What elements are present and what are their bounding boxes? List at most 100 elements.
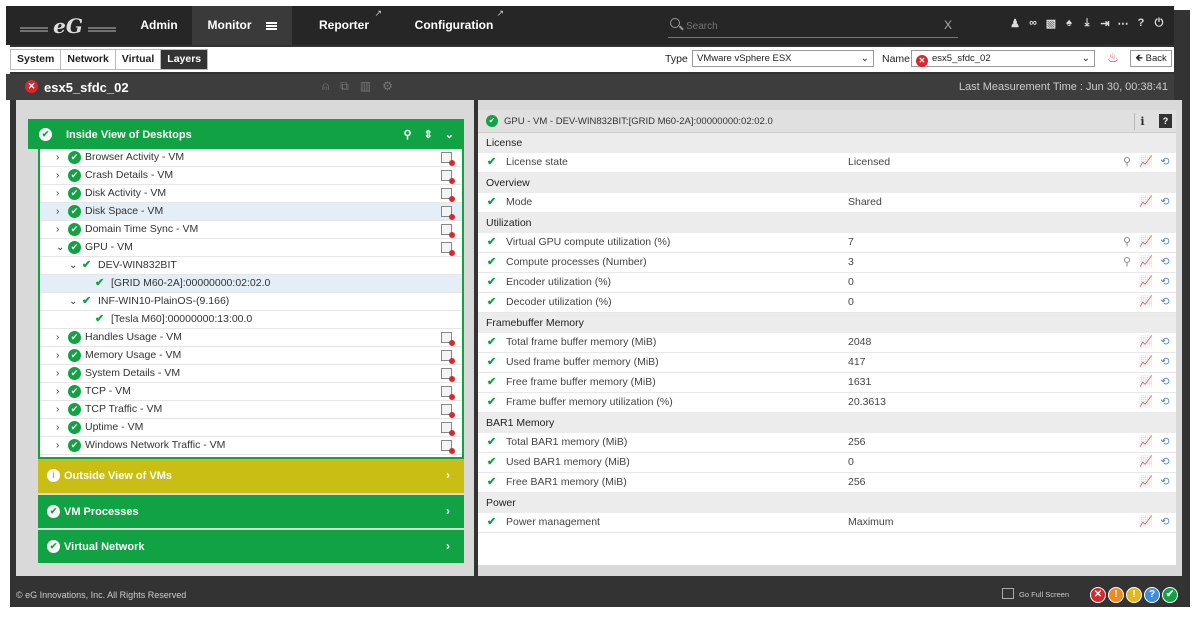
help-button[interactable]: ? [1159,114,1172,128]
report-icon[interactable] [441,386,455,400]
nav-configuration[interactable]: Configuration ↗ [404,6,504,45]
chevron-right-icon[interactable]: › [56,383,59,400]
tree-item[interactable]: › ✔ Disk Activity - VM [40,185,462,203]
outside-view-header[interactable]: i Outside View of VMs › [38,459,464,493]
history-icon[interactable]: ⟲ [1158,513,1172,532]
tree-item[interactable]: ⌄ ✔ INF-WIN10-PlainOS-(9.166) [40,293,462,311]
back-button[interactable]: 🡸 Back [1130,50,1172,67]
tree-item[interactable]: › ✔ Memory Usage - VM [40,347,462,365]
gear-icon[interactable]: ⚙ [382,79,393,94]
more-icon[interactable]: ⋯ [1114,17,1132,30]
chevron-right-icon[interactable]: › [56,347,59,364]
chart-icon[interactable]: ▥ [360,79,371,94]
report-icon[interactable] [441,368,455,382]
tree-item[interactable]: ✔ [Tesla M60]:00000000:13:00.0 [40,311,462,329]
tree-item[interactable]: › ✔ Uptime - VM [40,419,462,437]
trend-graph-icon[interactable]: 📈 [1139,293,1153,312]
trend-graph-icon[interactable]: 📈 [1139,193,1153,212]
tree-item[interactable]: › ✔ Crash Details - VM [40,167,462,185]
chevron-down-icon[interactable]: ⌄ [445,128,454,141]
search-icon[interactable]: ⚲ [1120,233,1134,252]
hamburger-icon[interactable] [265,21,277,30]
report-icon[interactable] [441,404,455,418]
tab-system[interactable]: System [11,50,62,69]
tree-item[interactable]: › ✔ TCP - VM [40,383,462,401]
alarm-icon[interactable]: ♨ [1104,50,1122,67]
link-icon[interactable]: ∞ [1024,17,1042,30]
tree-item[interactable]: › ✔ System Details - VM [40,365,462,383]
tab-virtual[interactable]: Virtual [115,50,162,69]
history-icon[interactable]: ⟲ [1158,433,1172,452]
history-icon[interactable]: ⟲ [1158,473,1172,492]
chevron-right-icon[interactable]: › [56,167,59,184]
help-icon[interactable]: ? [1132,17,1150,30]
power-icon[interactable]: ⏻ [1150,17,1168,30]
report-icon[interactable] [441,350,455,364]
report-icon[interactable] [441,188,455,202]
history-icon[interactable]: ⟲ [1158,253,1172,272]
type-select[interactable]: VMware vSphere ESX ⌄ [692,50,874,67]
copy-icon[interactable]: ⧉ [340,79,349,94]
chevron-down-icon[interactable]: ⌄ [69,293,77,310]
fullscreen-icon[interactable] [1002,588,1014,599]
tree-item[interactable]: ✔ [GRID M60-2A]:00000000:02:02.0 [40,275,462,293]
chevron-right-icon[interactable]: › [56,419,59,436]
report-icon[interactable] [441,206,455,220]
chevron-right-icon[interactable]: › [56,365,59,382]
chevron-right-icon[interactable]: › [56,203,59,220]
chevron-right-icon[interactable]: › [56,401,59,418]
trend-graph-icon[interactable]: 📈 [1139,233,1153,252]
nav-reporter[interactable]: Reporter ↗ [306,6,382,45]
map-icon[interactable]: ▧ [1042,17,1060,30]
report-icon[interactable] [441,242,455,256]
name-select[interactable]: ✕ esx5_sfdc_02 ⌄ [911,50,1095,67]
search-icon[interactable]: ⚲ [1120,253,1134,272]
tree-item[interactable]: › ✔ Handles Usage - VM [40,329,462,347]
history-icon[interactable]: ⟲ [1158,353,1172,372]
trend-graph-icon[interactable]: 📈 [1139,373,1153,392]
trend-graph-icon[interactable]: 📈 [1139,473,1153,492]
user-icon[interactable]: ♟ [1006,17,1024,30]
info-button[interactable]: i [1134,113,1150,130]
history-icon[interactable]: ⟲ [1158,393,1172,412]
eg-logo[interactable]: eG [18,12,118,40]
chevron-right-icon[interactable]: › [56,149,59,166]
trend-graph-icon[interactable]: 📈 [1139,393,1153,412]
chevron-right-icon[interactable]: › [56,221,59,238]
major-alarm-icon[interactable]: ! [1108,587,1124,603]
tab-layers[interactable]: Layers [161,50,208,69]
report-icon[interactable] [441,422,455,436]
trend-graph-icon[interactable]: 📈 [1139,433,1153,452]
chevron-down-icon[interactable]: ⌄ [69,257,77,274]
chevron-right-icon[interactable]: › [56,329,59,346]
report-icon[interactable] [441,224,455,238]
tree-item[interactable]: › ✔ Windows Network Traffic - VM [40,437,462,455]
chevron-right-icon[interactable]: › [56,185,59,202]
report-icon[interactable] [441,440,455,454]
trend-graph-icon[interactable]: 📈 [1139,513,1153,532]
download-icon[interactable]: ⤓ [1078,17,1096,30]
tree-item[interactable]: › ✔ Disk Space - VM [40,203,462,221]
history-icon[interactable]: ⟲ [1158,153,1172,172]
bell-icon[interactable]: ♠ [1060,17,1078,30]
tree-item[interactable]: ⌄ ✔ DEV-WIN832BIT [40,257,462,275]
expand-collapse-icon[interactable]: ⇕ [424,128,433,141]
tree-item[interactable]: › ✔ Domain Time Sync - VM [40,221,462,239]
search-input[interactable] [686,17,936,35]
chevron-right-icon[interactable]: › [56,437,59,454]
tree-item[interactable]: › ✔ TCP Traffic - VM [40,401,462,419]
critical-alarm-icon[interactable]: ✕ [1090,587,1106,603]
history-icon[interactable]: ⟲ [1158,233,1172,252]
trend-graph-icon[interactable]: 📈 [1139,273,1153,292]
chevron-down-icon[interactable]: ⌄ [56,239,64,256]
history-icon[interactable]: ⟲ [1158,273,1172,292]
history-icon[interactable]: ⟲ [1158,293,1172,312]
virtual-network-header[interactable]: ✔ Virtual Network › [38,530,464,563]
tree-item[interactable]: ⌄ ✔ GPU - VM [40,239,462,257]
alert-icon[interactable]: ⍝ [322,79,329,94]
nav-admin[interactable]: Admin [130,6,188,45]
minor-alarm-icon[interactable]: ! [1126,587,1142,603]
normal-alarm-icon[interactable]: ✔ [1162,587,1178,603]
trend-graph-icon[interactable]: 📈 [1139,453,1153,472]
signin-icon[interactable]: ⇥ [1096,17,1114,30]
